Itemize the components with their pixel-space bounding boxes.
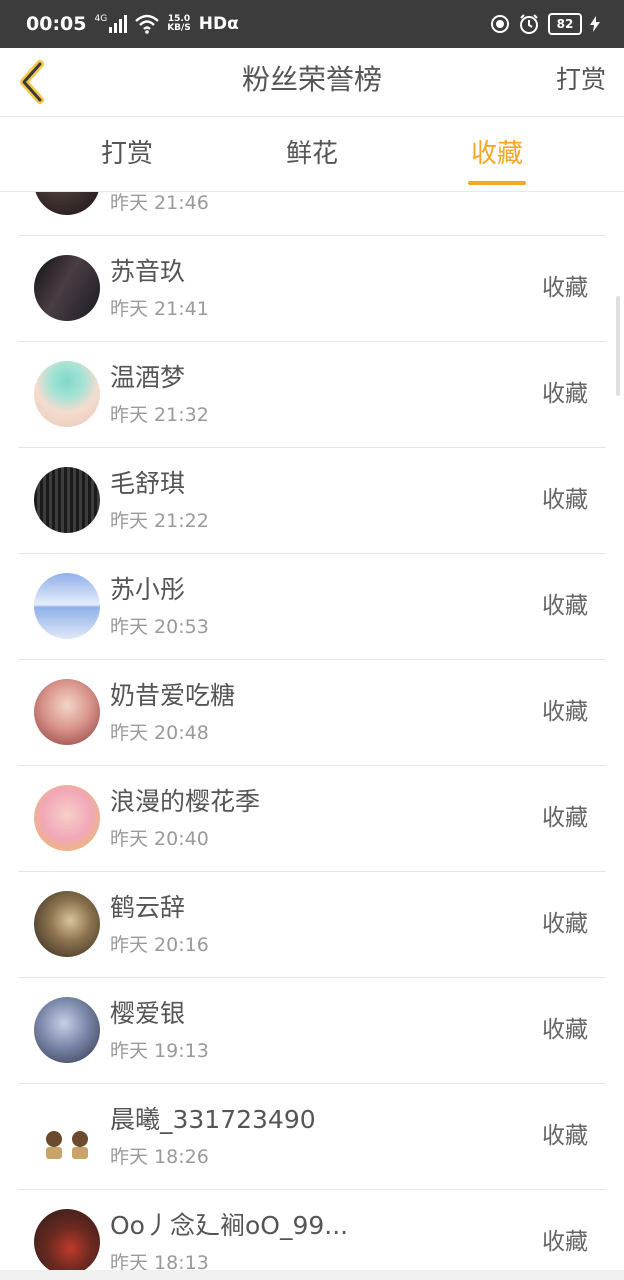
user-name: 温酒梦 xyxy=(110,363,186,392)
hd-indicator: HDα xyxy=(198,14,239,34)
item-time: 昨天 20:53 xyxy=(110,616,209,638)
collect-label: 收藏 xyxy=(542,1123,588,1149)
network-indicator: 4G xyxy=(94,14,128,33)
user-name: Oo丿念廴裥oO_99... xyxy=(110,1211,349,1240)
list-item[interactable]: 樱爱银 昨天 19:13 收藏 xyxy=(18,978,606,1084)
fan-list-inner: 昨天 21:46 收藏 苏音玖 昨天 21:41 收藏 温酒梦 昨天 21:32… xyxy=(0,192,624,1280)
collect-label: 收藏 xyxy=(542,699,588,725)
page-title: 粉丝荣誉榜 xyxy=(241,63,382,96)
list-item[interactable]: 晨曦_331723490 昨天 18:26 收藏 xyxy=(18,1084,606,1190)
active-tab-indicator xyxy=(468,181,526,185)
avatar[interactable] xyxy=(34,997,100,1063)
avatar[interactable] xyxy=(34,361,100,427)
avatar[interactable] xyxy=(34,192,100,215)
avatar[interactable] xyxy=(34,679,100,745)
list-item[interactable]: 鹤云辞 昨天 20:16 收藏 xyxy=(18,872,606,978)
list-item[interactable]: 昨天 21:46 收藏 xyxy=(18,192,606,236)
status-bar: 00:05 4G 15.0 KB/S HDα 82 xyxy=(0,0,624,48)
network-speed: 15.0 KB/S xyxy=(167,15,191,33)
item-time: 昨天 21:41 xyxy=(110,298,209,320)
list-item[interactable]: 浪漫的樱花季 昨天 20:40 收藏 xyxy=(18,766,606,872)
item-time: 昨天 20:48 xyxy=(110,722,209,744)
network-type: 4G xyxy=(94,14,108,24)
item-time: 昨天 21:46 xyxy=(110,192,209,214)
user-name: 浪漫的樱花季 xyxy=(110,787,261,816)
list-item[interactable]: 苏音玖 昨天 21:41 收藏 xyxy=(18,236,606,342)
status-time: 00:05 xyxy=(26,13,87,35)
item-time: 昨天 19:13 xyxy=(110,1040,209,1062)
data-saver-icon xyxy=(491,15,509,33)
list-item[interactable]: 毛舒琪 昨天 21:22 收藏 xyxy=(18,448,606,554)
avatar[interactable] xyxy=(34,1103,100,1169)
avatar[interactable] xyxy=(34,785,100,851)
title-bar: 粉丝荣誉榜 打赏 xyxy=(0,48,624,117)
alarm-icon xyxy=(520,14,538,34)
item-time: 昨天 20:40 xyxy=(110,828,209,850)
avatar-illustration xyxy=(46,1131,88,1159)
tab-collect[interactable]: 收藏 xyxy=(422,117,572,191)
tab-reward[interactable]: 打赏 xyxy=(52,117,202,191)
collect-label: 收藏 xyxy=(542,487,588,513)
collect-label: 收藏 xyxy=(542,593,588,619)
collect-label: 收藏 xyxy=(542,1229,588,1255)
avatar[interactable] xyxy=(34,573,100,639)
wifi-icon xyxy=(135,14,159,34)
avatar[interactable] xyxy=(34,467,100,533)
tab-bar: 打赏 鲜花 收藏 xyxy=(0,117,624,192)
collect-label: 收藏 xyxy=(542,275,588,301)
reward-button[interactable]: 打赏 xyxy=(556,48,606,116)
fan-list[interactable]: 昨天 21:46 收藏 苏音玖 昨天 21:41 收藏 温酒梦 昨天 21:32… xyxy=(0,192,624,1280)
user-name: 鹤云辞 xyxy=(110,893,186,922)
collect-label: 收藏 xyxy=(542,805,588,831)
avatar[interactable] xyxy=(34,1209,100,1275)
speed-unit: KB/S xyxy=(167,23,191,33)
list-item[interactable]: Oo丿念廴裥oO_99... 昨天 18:13 收藏 xyxy=(18,1190,606,1280)
user-name: 苏小彤 xyxy=(110,575,186,604)
list-item[interactable]: 奶昔爱吃糖 昨天 20:48 收藏 xyxy=(18,660,606,766)
item-time: 昨天 21:22 xyxy=(110,510,209,532)
user-name: 奶昔爱吃糖 xyxy=(110,681,236,710)
avatar[interactable] xyxy=(34,891,100,957)
avatar[interactable] xyxy=(34,255,100,321)
user-name: 毛舒琪 xyxy=(110,469,186,498)
status-right: 82 xyxy=(490,13,600,35)
user-name: 苏音玖 xyxy=(110,257,186,286)
item-time: 昨天 21:32 xyxy=(110,404,209,426)
charging-icon xyxy=(590,16,600,32)
collect-label: 收藏 xyxy=(542,1017,588,1043)
collect-label: 收藏 xyxy=(542,192,588,235)
item-time: 昨天 18:26 xyxy=(110,1146,209,1168)
battery-icon: 82 xyxy=(548,13,582,35)
list-item[interactable]: 苏小彤 昨天 20:53 收藏 xyxy=(18,554,606,660)
user-name: 晨曦_331723490 xyxy=(110,1105,316,1134)
collect-label: 收藏 xyxy=(542,381,588,407)
cell-signal-icon xyxy=(109,15,128,33)
item-time: 昨天 20:16 xyxy=(110,934,209,956)
bottom-edge xyxy=(0,1270,624,1280)
user-name: 樱爱银 xyxy=(110,999,186,1028)
scrollbar[interactable] xyxy=(616,296,620,396)
tab-flowers[interactable]: 鲜花 xyxy=(237,117,387,191)
list-item[interactable]: 温酒梦 昨天 21:32 收藏 xyxy=(18,342,606,448)
collect-label: 收藏 xyxy=(542,911,588,937)
status-left: 00:05 4G 15.0 KB/S HDα xyxy=(26,13,239,35)
